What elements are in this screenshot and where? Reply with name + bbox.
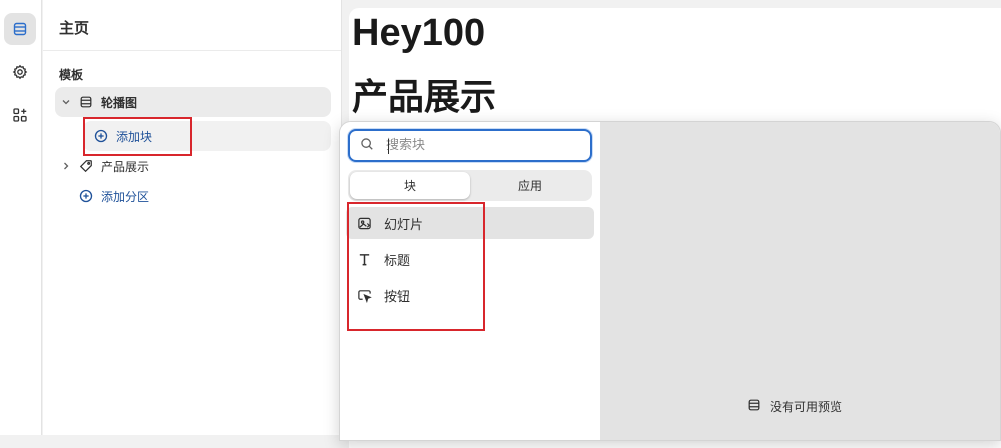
tree-item-label: 轮播图 — [101, 95, 138, 110]
add-section-button[interactable]: 添加分区 — [55, 181, 331, 211]
slideshow-icon — [352, 216, 376, 231]
button-cursor-icon — [352, 288, 376, 303]
preview-heading: Hey100 — [352, 12, 486, 54]
text-icon — [352, 252, 376, 267]
plus-circle-icon — [76, 189, 96, 203]
settings-icon — [12, 64, 28, 80]
sidebar: 主页 模板 轮播图 添加块 产品展示 添加分区 — [43, 0, 342, 435]
tree-item-carousel[interactable]: 轮播图 — [55, 87, 331, 117]
picker-tabs: 块 应用 — [348, 170, 592, 201]
no-preview-text: 没有可用预览 — [770, 400, 843, 414]
chevron-right-icon[interactable] — [58, 161, 74, 171]
icon-rail — [0, 0, 42, 435]
preview-subheading: 产品展示 — [352, 77, 497, 118]
block-picker-popover: 块 应用 幻灯片 标题 — [339, 121, 1001, 441]
tree-item-label: 产品展示 — [101, 159, 150, 174]
settings-nav-button[interactable] — [4, 56, 36, 88]
apps-icon — [12, 107, 28, 123]
chevron-down-icon[interactable] — [58, 97, 74, 107]
sections-icon — [12, 21, 28, 37]
search-field[interactable] — [348, 129, 592, 162]
carousel-icon — [76, 95, 96, 109]
carousel-icon — [747, 398, 761, 415]
apps-nav-button[interactable] — [4, 99, 36, 131]
tab-apps[interactable]: 应用 — [470, 172, 590, 199]
template-section-label: 模板 — [59, 68, 84, 82]
sidebar-title: 主页 — [43, 0, 341, 51]
add-section-label: 添加分区 — [101, 189, 150, 204]
block-option-heading[interactable]: 标题 — [346, 243, 594, 275]
block-option-label: 标题 — [384, 253, 411, 269]
block-preview-pane: 没有可用预览 — [600, 122, 1000, 440]
tab-blocks[interactable]: 块 — [350, 172, 470, 199]
block-option-label: 按钮 — [384, 289, 411, 305]
search-icon — [360, 136, 374, 155]
text-caret — [388, 139, 389, 154]
add-block-button[interactable]: 添加块 — [83, 121, 331, 151]
tree-item-product-showcase[interactable]: 产品展示 — [55, 151, 331, 181]
tag-icon — [76, 159, 96, 173]
search-input[interactable] — [384, 137, 564, 154]
sections-nav-button[interactable] — [4, 13, 36, 45]
add-block-label: 添加块 — [116, 129, 153, 144]
block-option-slideshow[interactable]: 幻灯片 — [346, 207, 594, 239]
plus-circle-icon — [91, 129, 111, 143]
block-picker-list-pane: 块 应用 幻灯片 标题 — [340, 122, 600, 440]
block-option-button[interactable]: 按钮 — [346, 279, 594, 311]
no-preview-message: 没有可用预览 — [747, 398, 842, 415]
block-option-label: 幻灯片 — [384, 217, 424, 233]
